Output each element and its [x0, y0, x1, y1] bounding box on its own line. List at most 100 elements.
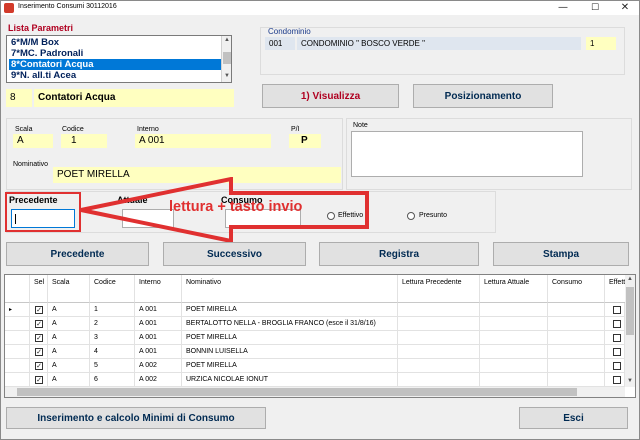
cell-scala[interactable]: A: [48, 317, 90, 331]
cell-scala[interactable]: A: [48, 303, 90, 317]
cell-nominativo[interactable]: URZICA NICOLAE IONUT: [182, 373, 398, 387]
cell-interno[interactable]: A 001: [135, 317, 182, 331]
row-header-cell[interactable]: ▸: [5, 303, 30, 317]
cell-scala[interactable]: A: [48, 373, 90, 387]
cell-lettura-precedente[interactable]: [398, 331, 480, 345]
stampa-button[interactable]: Stampa: [493, 242, 629, 266]
row-header-cell[interactable]: [5, 359, 30, 373]
cell-lettura-precedente[interactable]: [398, 317, 480, 331]
column-header-scala[interactable]: Scala: [48, 275, 90, 303]
cell-scala[interactable]: A: [48, 331, 90, 345]
table-row[interactable]: ✓ A 2 A 001 BERTALOTTO NELLA - BROGLIA FRANC…: [5, 317, 625, 331]
esci-button[interactable]: Esci: [519, 407, 628, 429]
cell-lettura-attuale[interactable]: [480, 345, 548, 359]
sel-checkbox[interactable]: ✓: [35, 334, 43, 342]
row-header-cell[interactable]: [5, 345, 30, 359]
cell-nominativo[interactable]: POET MIRELLA: [182, 359, 398, 373]
maximize-button[interactable]: ☐: [581, 1, 609, 15]
list-item[interactable]: 7*MC. Padronali: [9, 48, 223, 59]
cell-lettura-attuale[interactable]: [480, 331, 548, 345]
cell-lettura-attuale[interactable]: [480, 317, 548, 331]
cell-interno[interactable]: A 001: [135, 331, 182, 345]
cell-lettura-precedente[interactable]: [398, 303, 480, 317]
cell-consumo[interactable]: [548, 359, 605, 373]
condominio-code-field[interactable]: 001: [265, 37, 295, 50]
cell-interno[interactable]: A 001: [135, 345, 182, 359]
scroll-thumb[interactable]: [626, 287, 634, 335]
interno-field[interactable]: A 001: [135, 134, 271, 148]
scroll-down-icon[interactable]: ▼: [223, 73, 231, 79]
cell-codice[interactable]: 4: [90, 345, 135, 359]
effettivo-checkbox[interactable]: [613, 320, 621, 328]
successivo-button[interactable]: Successivo: [163, 242, 306, 266]
cell-lettura-attuale[interactable]: [480, 373, 548, 387]
effettivo-checkbox[interactable]: [613, 348, 621, 356]
column-header-sel[interactable]: Sel: [30, 275, 48, 303]
cell-consumo[interactable]: [548, 345, 605, 359]
cell-consumo[interactable]: [548, 303, 605, 317]
table-row[interactable]: ✓ A 6 A 002 URZICA NICOLAE IONUT: [5, 373, 625, 387]
note-textarea[interactable]: [351, 131, 583, 177]
cell-interno[interactable]: A 001: [135, 303, 182, 317]
cell-consumo[interactable]: [548, 373, 605, 387]
cell-scala[interactable]: A: [48, 345, 90, 359]
effettivo-checkbox[interactable]: [613, 334, 621, 342]
cell-lettura-precedente[interactable]: [398, 345, 480, 359]
list-item-selected[interactable]: 8*Contatori Acqua: [9, 59, 223, 70]
posizionamento-button[interactable]: Posizionamento: [413, 84, 553, 108]
scala-field[interactable]: A: [13, 134, 53, 148]
cell-lettura-precedente[interactable]: [398, 359, 480, 373]
minimize-button[interactable]: —: [549, 1, 577, 15]
effettivo-checkbox[interactable]: [613, 376, 621, 384]
table-vertical-scrollbar[interactable]: ▲ ▼: [625, 275, 635, 387]
list-scrollbar[interactable]: ▲ ▼: [221, 36, 231, 82]
cell-lettura-precedente[interactable]: [398, 373, 480, 387]
visualizza-button[interactable]: 1) Visualizza: [262, 84, 399, 108]
column-header-codice[interactable]: Codice: [90, 275, 135, 303]
cell-interno[interactable]: A 002: [135, 359, 182, 373]
cell-lettura-attuale[interactable]: [480, 359, 548, 373]
table-row[interactable]: ✓ A 5 A 002 POET MIRELLA: [5, 359, 625, 373]
row-header-cell[interactable]: [5, 331, 30, 345]
cell-scala[interactable]: A: [48, 359, 90, 373]
table-row[interactable]: ▸ ✓ A 1 A 001 POET MIRELLA: [5, 303, 625, 317]
cell-interno[interactable]: A 002: [135, 373, 182, 387]
consumi-table[interactable]: Sel Scala Codice Interno Nominativo Lett…: [4, 274, 636, 398]
cell-codice[interactable]: 5: [90, 359, 135, 373]
presunto-radio[interactable]: [407, 212, 415, 220]
list-item[interactable]: 6*M/M Box: [9, 37, 223, 48]
pi-field[interactable]: P: [289, 134, 321, 148]
table-row[interactable]: ✓ A 3 A 001 POET MIRELLA: [5, 331, 625, 345]
cell-nominativo[interactable]: BERTALOTTO NELLA - BROGLIA FRANCO (esce …: [182, 317, 398, 331]
codice-field[interactable]: 1: [61, 134, 107, 148]
title-bar[interactable]: Inserimento Consumi 30112016 — ☐ ✕: [1, 1, 639, 15]
cell-codice[interactable]: 6: [90, 373, 135, 387]
parametro-name-field[interactable]: Contatori Acqua: [34, 89, 234, 107]
row-header-cell[interactable]: [5, 373, 30, 387]
sel-checkbox[interactable]: ✓: [35, 362, 43, 370]
cell-nominativo[interactable]: POET MIRELLA: [182, 331, 398, 345]
table-row[interactable]: ✓ A 4 A 001 BONNIN LUISELLA: [5, 345, 625, 359]
column-header-lettura-attuale[interactable]: Lettura Attuale: [480, 275, 548, 303]
cell-codice[interactable]: 3: [90, 331, 135, 345]
scroll-thumb[interactable]: [17, 388, 577, 396]
registra-button[interactable]: Registra: [319, 242, 479, 266]
condominio-name-field[interactable]: CONDOMINIO " BOSCO VERDE ": [297, 37, 581, 50]
list-item[interactable]: 9*N. all.ti Acea: [9, 70, 223, 81]
parametro-code-field[interactable]: 8: [6, 89, 32, 107]
cell-codice[interactable]: 2: [90, 317, 135, 331]
cell-nominativo[interactable]: POET MIRELLA: [182, 303, 398, 317]
effettivo-checkbox[interactable]: [613, 362, 621, 370]
scroll-down-icon[interactable]: ▼: [626, 378, 634, 384]
column-header-lettura-precedente[interactable]: Lettura Precedente: [398, 275, 480, 303]
sel-checkbox[interactable]: ✓: [35, 376, 43, 384]
column-header-interno[interactable]: Interno: [135, 275, 182, 303]
precedente-button[interactable]: Precedente: [6, 242, 149, 266]
close-button[interactable]: ✕: [611, 1, 639, 15]
cell-lettura-attuale[interactable]: [480, 303, 548, 317]
sel-checkbox[interactable]: ✓: [35, 320, 43, 328]
scroll-thumb[interactable]: [223, 52, 231, 64]
table-horizontal-scrollbar[interactable]: [5, 387, 625, 397]
cell-codice[interactable]: 1: [90, 303, 135, 317]
condominio-number-field[interactable]: 1: [586, 37, 616, 50]
